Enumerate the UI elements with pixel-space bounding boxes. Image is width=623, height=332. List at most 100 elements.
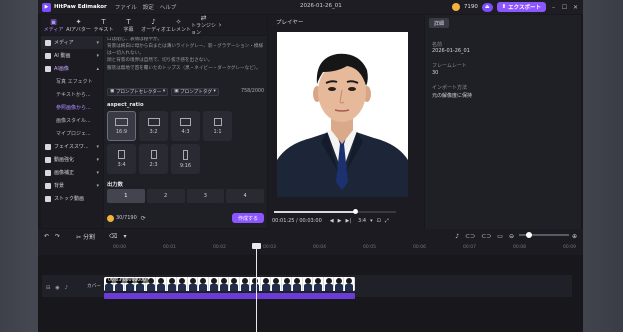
redo-icon[interactable]: ↷ — [55, 233, 60, 240]
sidebar-item-image-correction[interactable]: 画像補正 ▾ — [41, 166, 103, 179]
portrait-image — [277, 32, 408, 197]
generate-button[interactable]: 作成する — [231, 213, 264, 223]
sidebar-item-my-projects[interactable]: マイプロジェ... — [41, 127, 103, 140]
playhead-line[interactable] — [256, 243, 257, 332]
lock-icon[interactable]: ⊟ — [46, 285, 50, 291]
fullscreen-icon[interactable]: ⤢ — [385, 218, 389, 224]
minimize-icon[interactable]: – — [550, 4, 557, 11]
delete-icon[interactable]: ⌫ — [109, 233, 117, 240]
tab-text[interactable]: T テキスト — [91, 15, 116, 35]
menu-help[interactable]: ヘルプ — [160, 3, 177, 11]
ratio-2-3[interactable]: 2:3 — [139, 144, 168, 174]
maximize-icon[interactable]: ☐ — [561, 4, 568, 11]
ratio-label: 16:9 — [115, 128, 128, 135]
sidebar-item-face-swap[interactable]: フェイススワ... ▾ — [41, 140, 103, 153]
sidebar-item-label: 背景 — [54, 183, 65, 189]
app-logo-icon: ▶ — [42, 2, 51, 12]
ratio-shape-icon — [183, 149, 188, 160]
clip-thumbnail — [281, 277, 293, 291]
tab-details[interactable]: 詳細 — [429, 18, 449, 28]
timeline-ruler[interactable]: 00:00 00:01 00:02 00:03 00:04 00:05 00:0… — [38, 243, 583, 255]
seek-handle[interactable] — [353, 209, 358, 214]
prompt-selector-label: プロンプトセレクター — [115, 89, 162, 95]
menu-file[interactable]: ファイル — [115, 3, 137, 11]
sidebar-item-photo-effect[interactable]: 写真 エフェクト — [41, 75, 103, 88]
tab-media[interactable]: ▣ メディア — [41, 15, 66, 35]
output-count-2[interactable]: 2 — [146, 189, 185, 203]
clip-thumbnail — [156, 277, 167, 291]
sidebar-item-background[interactable]: 背景 ▾ — [41, 179, 103, 192]
prompt-line: ロは閉じ、表情は穏やか。 — [107, 37, 163, 42]
snapshot-icon[interactable]: ⊡ — [377, 218, 381, 224]
app-name: HitPaw Edimakor — [54, 4, 107, 10]
snap-icon[interactable]: ⊂⊃ — [465, 233, 475, 240]
export-button[interactable]: ⬆ エクスポート — [496, 2, 546, 12]
menu-settings[interactable]: 設定 — [143, 3, 154, 11]
sidebar-item-ai-image[interactable]: AI画像 ▴ — [41, 62, 103, 75]
undo-icon[interactable]: ↶ — [44, 233, 49, 240]
background-icon — [45, 182, 51, 189]
sidebar-item-label: 画像スタイル... — [56, 118, 91, 124]
aspect-ratio-select[interactable]: 3:4 — [358, 218, 366, 224]
clip-bar[interactable] — [104, 293, 355, 299]
playhead-handle[interactable] — [252, 243, 261, 249]
ratio-label: 3:4 — [117, 162, 126, 168]
tab-ai-avatar[interactable]: ✦ AIアバター — [66, 15, 91, 35]
ratio-4-3[interactable]: 4:3 — [171, 111, 200, 141]
output-count-1[interactable]: 1 — [107, 189, 145, 203]
close-icon[interactable]: ✕ — [572, 4, 579, 11]
playback-time: 00:01:25 / 00:03:00 — [272, 218, 322, 224]
visibility-icon[interactable]: ◉ — [55, 285, 59, 291]
ruler-tick: 00:01 — [163, 245, 176, 250]
sidebar-item-ai-video[interactable]: AI 動画 ▾ — [41, 49, 103, 62]
link-icon[interactable]: ⊂⊃ — [481, 233, 491, 240]
upgrade-button[interactable]: ⏏ — [481, 2, 493, 12]
ratio-9-16[interactable]: 9:16 — [171, 144, 200, 174]
tab-audio[interactable]: ♪ オーディオ — [141, 15, 166, 35]
prev-frame-icon[interactable]: ◀ — [330, 218, 334, 224]
player-controls: 00:01:25 / 00:03:00 ◀ ▶ ▶| 3:4 ▾ ⊡ ⤢ — [268, 215, 424, 227]
sidebar-item-stock-video[interactable]: ストック動画 — [41, 192, 103, 205]
next-frame-icon[interactable]: ▶| — [346, 218, 352, 224]
play-icon[interactable]: ▶ — [338, 218, 342, 224]
ratio-1-1[interactable]: 1:1 — [203, 111, 232, 141]
ruler-tick: 00:03 — [263, 245, 276, 250]
output-count-3[interactable]: 3 — [186, 189, 225, 203]
zoom-in-icon[interactable]: ⊕ — [572, 233, 577, 240]
sidebar-item-label: 写真 エフェクト — [56, 79, 93, 85]
sidebar-item-label: テキストから... — [56, 92, 91, 98]
tabs-next-chevron-icon[interactable]: › — [216, 15, 224, 35]
ratio-16-9[interactable]: 16:9 — [107, 111, 136, 141]
tab-transitions[interactable]: ⇄ トランジション — [191, 14, 216, 36]
sidebar-item-label: AI 動画 — [54, 53, 71, 59]
stock-video-icon — [45, 195, 51, 202]
ruler-tick: 00:06 — [413, 245, 426, 250]
zoom-out-icon[interactable]: ⊖ — [509, 233, 514, 240]
sidebar-item-image-style[interactable]: 画像スタイル... — [41, 114, 103, 127]
tool-tabs: ▣ メディア ✦ AIアバター T テキスト T 字幕 ♪ オーディオ ✧ エレメント ⇄ ト… — [41, 14, 267, 36]
prompt-selector-button[interactable]: ▣ プロンプトセレクター ▾ — [107, 87, 169, 96]
tab-elements[interactable]: ✧ エレメント — [166, 15, 191, 35]
sidebar-item-media[interactable]: メディア ▾ — [41, 36, 103, 49]
ratio-3-4[interactable]: 3:4 — [107, 144, 136, 174]
prompt-line: 顔と背景の境界は自然で、切り抜き感を出さない。 — [107, 58, 213, 64]
mute-icon[interactable]: ♪ — [65, 285, 68, 291]
prompt-line: 背景は純白に母から白または薄いライトグレー、影・グラデーション・模様は一切入れな… — [107, 44, 264, 56]
zoom-slider-handle[interactable] — [526, 232, 532, 238]
output-count-4[interactable]: 4 — [226, 189, 264, 203]
prompt-tag-button[interactable]: ▣ プロンプトタグ ▾ — [171, 87, 219, 96]
sidebar-item-reference-image[interactable]: 参照画像から... — [41, 101, 103, 114]
mic-icon[interactable]: ♪ — [455, 233, 459, 240]
prompt-textarea[interactable]: ロは閉じ、表情は穏やか。 背景は純白に母から白または薄いライトグレー、影・グラデ… — [107, 37, 264, 85]
preview-canvas[interactable] — [277, 32, 408, 197]
split-button[interactable]: ✂ 分割 — [76, 232, 95, 241]
ratio-3-2[interactable]: 3:2 — [139, 111, 168, 141]
fit-icon[interactable]: ▾ — [370, 218, 373, 224]
refresh-icon[interactable]: ⟳ — [141, 215, 146, 222]
ruler-tick: 00:08 — [513, 245, 526, 250]
more-tools-icon[interactable]: ▾ — [123, 233, 126, 240]
sidebar-item-text-to-image[interactable]: テキストから... — [41, 88, 103, 101]
track-icon[interactable]: ▭ — [497, 233, 503, 240]
tab-subtitles[interactable]: T 字幕 — [116, 15, 141, 35]
sidebar-item-video-enhance[interactable]: 動画強化 ▾ — [41, 153, 103, 166]
